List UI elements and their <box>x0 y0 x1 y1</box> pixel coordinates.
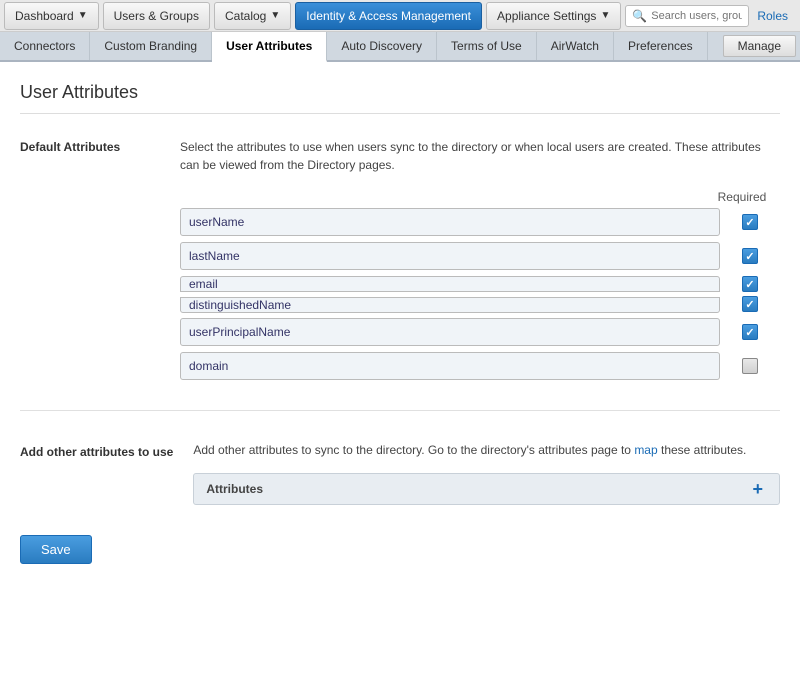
attr-row-domain <box>180 352 780 380</box>
attr-input-email[interactable] <box>180 276 720 292</box>
attr-input-lastname[interactable] <box>180 242 720 270</box>
preferences-label: Preferences <box>628 39 693 53</box>
attr-row-username <box>180 208 780 236</box>
attr-checkbox-upn[interactable] <box>742 324 758 340</box>
checkbox-wrap-domain <box>720 358 780 374</box>
nav-manage[interactable]: Manage <box>723 35 796 57</box>
appliance-arrow-icon: ▼ <box>600 10 610 21</box>
page-content: User Attributes Default Attributes Selec… <box>0 62 800 697</box>
terms-label: Terms of Use <box>451 39 522 53</box>
roles-link[interactable]: Roles <box>757 9 788 23</box>
dashboard-label: Dashboard <box>15 9 74 23</box>
catalog-arrow-icon: ▼ <box>270 10 280 21</box>
attr-input-dn[interactable] <box>180 297 720 313</box>
add-desc-part1: Add other attributes to sync to the dire… <box>193 443 634 457</box>
dashboard-btn[interactable]: Dashboard ▼ <box>4 2 99 30</box>
users-groups-label: Users & Groups <box>114 9 199 23</box>
add-attrs-label: Add other attributes to use <box>20 441 173 505</box>
add-attr-button[interactable]: + <box>748 480 767 498</box>
attr-input-upn[interactable] <box>180 318 720 346</box>
stacked-checkboxes <box>720 276 780 312</box>
appliance-btn[interactable]: Appliance Settings ▼ <box>486 2 621 30</box>
attr-row-stacked-email-dn <box>180 276 780 312</box>
sub-nav: Connectors Custom Branding User Attribut… <box>0 32 800 62</box>
nav-custom-branding[interactable]: Custom Branding <box>90 32 212 60</box>
default-attrs-section: Default Attributes Select the attributes… <box>20 138 780 411</box>
attrs-header: Required <box>180 190 780 204</box>
custom-branding-label: Custom Branding <box>104 39 197 53</box>
appliance-label: Appliance Settings <box>497 9 596 23</box>
nav-user-attributes[interactable]: User Attributes <box>212 32 327 62</box>
required-header: Required <box>712 190 772 204</box>
nav-terms[interactable]: Terms of Use <box>437 32 537 60</box>
attr-row-lastname <box>180 242 780 270</box>
dashboard-arrow-icon: ▼ <box>78 10 88 21</box>
attr-checkbox-dn[interactable] <box>742 296 758 312</box>
attr-checkbox-email[interactable] <box>742 276 758 292</box>
connectors-label: Connectors <box>14 39 75 53</box>
add-attrs-section: Add other attributes to use Add other at… <box>20 441 780 505</box>
attr-row-upn <box>180 318 780 346</box>
attrs-col-label: Attributes <box>206 482 748 496</box>
attr-checkbox-username[interactable] <box>742 214 758 230</box>
add-attrs-desc: Add other attributes to sync to the dire… <box>193 441 780 459</box>
nav-connectors[interactable]: Connectors <box>0 32 90 60</box>
nav-airwatch[interactable]: AirWatch <box>537 32 614 60</box>
stacked-inputs <box>180 276 720 312</box>
attrs-table: Required <box>180 190 780 380</box>
add-attrs-content: Add other attributes to sync to the dire… <box>193 441 780 505</box>
nav-preferences[interactable]: Preferences <box>614 32 708 60</box>
attrs-header-row: Attributes + <box>193 473 780 505</box>
attr-input-username[interactable] <box>180 208 720 236</box>
checkbox-wrap-username <box>720 214 780 230</box>
add-desc-map-link[interactable]: map <box>634 443 657 457</box>
save-button[interactable]: Save <box>20 535 92 564</box>
add-desc-part2: these attributes. <box>658 443 747 457</box>
search-bar[interactable]: 🔍 <box>625 5 749 27</box>
user-attributes-label: User Attributes <box>226 39 312 53</box>
catalog-btn[interactable]: Catalog ▼ <box>214 2 291 30</box>
auto-discovery-label: Auto Discovery <box>341 39 422 53</box>
identity-label: Identity & Access Management <box>306 9 471 23</box>
airwatch-label: AirWatch <box>551 39 599 53</box>
catalog-label: Catalog <box>225 9 266 23</box>
nav-auto-discovery[interactable]: Auto Discovery <box>327 32 437 60</box>
default-attrs-content: Select the attributes to use when users … <box>180 138 780 386</box>
users-groups-btn[interactable]: Users & Groups <box>103 2 210 30</box>
attr-checkbox-domain[interactable] <box>742 358 758 374</box>
attr-checkbox-lastname[interactable] <box>742 248 758 264</box>
default-attrs-label: Default Attributes <box>20 138 160 386</box>
attr-input-domain[interactable] <box>180 352 720 380</box>
top-nav-right: Roles <box>757 9 796 23</box>
checkbox-wrap-upn <box>720 324 780 340</box>
identity-btn[interactable]: Identity & Access Management <box>295 2 482 30</box>
search-input[interactable] <box>651 10 742 22</box>
checkbox-wrap-lastname <box>720 248 780 264</box>
default-attrs-desc: Select the attributes to use when users … <box>180 138 780 174</box>
page-title: User Attributes <box>20 82 780 114</box>
manage-label: Manage <box>738 39 781 53</box>
top-nav: Dashboard ▼ Users & Groups Catalog ▼ Ide… <box>0 0 800 32</box>
search-icon: 🔍 <box>632 9 647 23</box>
